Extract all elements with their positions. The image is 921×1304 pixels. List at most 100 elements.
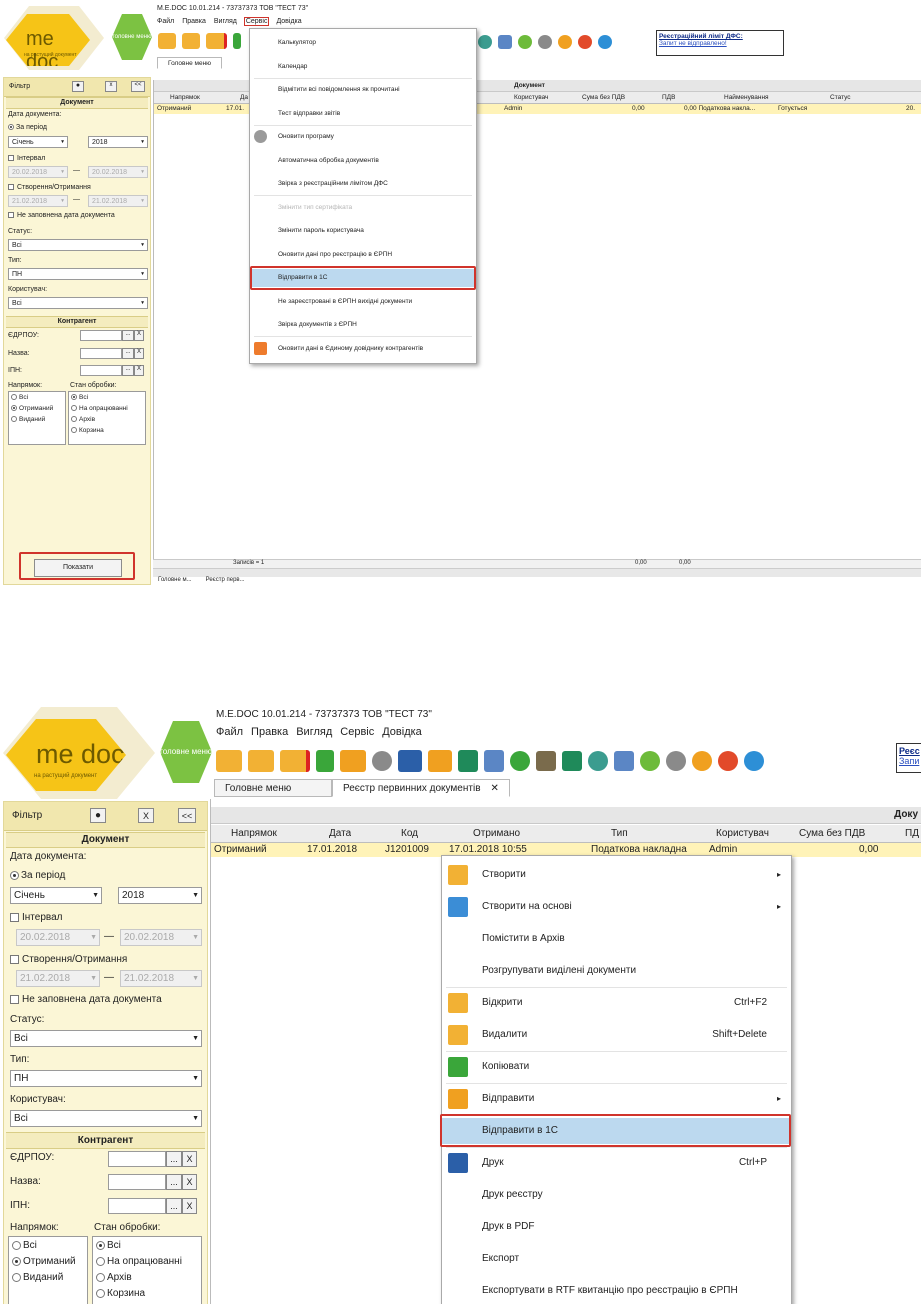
- filter-close-button[interactable]: x: [105, 81, 117, 92]
- year-select[interactable]: 2018 ▼: [88, 136, 148, 148]
- close-icon[interactable]: ✕: [491, 783, 499, 794]
- created-from-date[interactable]: 21.02.2018 ▼: [8, 195, 68, 207]
- service-menu-item[interactable]: Змінити тип сертифіката: [250, 199, 476, 217]
- ipn-clear-button[interactable]: X: [182, 1198, 197, 1214]
- col-received[interactable]: Отримано: [473, 825, 520, 842]
- name-browse-button[interactable]: ...: [122, 348, 134, 359]
- send-mail-icon[interactable]: [428, 750, 452, 772]
- context-menu-item[interactable]: Копіювати: [442, 1054, 791, 1080]
- sync-icon[interactable]: [510, 751, 530, 771]
- network-icon[interactable]: [598, 35, 612, 49]
- settings-icon[interactable]: [538, 35, 552, 49]
- create-icon[interactable]: [216, 750, 242, 772]
- ipn-browse-button[interactable]: ...: [166, 1198, 182, 1214]
- col-user[interactable]: Користувач: [716, 825, 769, 842]
- direction-issued-radio[interactable]: Виданий: [12, 1272, 63, 1283]
- open-folder-icon[interactable]: [182, 33, 200, 49]
- no-date-checkbox[interactable]: Не заповнена дата документа: [10, 994, 162, 1005]
- context-menu-item[interactable]: Друк в PDF: [442, 1214, 791, 1240]
- main-menu-hex-button[interactable]: головне меню: [112, 14, 152, 60]
- shield-icon[interactable]: [458, 750, 478, 772]
- interval-checkbox[interactable]: Інтервал: [10, 912, 63, 923]
- context-menu-item[interactable]: Відправити ▸: [442, 1086, 791, 1112]
- service-menu-item[interactable]: Змінити пароль користувача: [250, 222, 476, 240]
- create-icon[interactable]: [158, 33, 176, 49]
- check-list-icon[interactable]: [484, 750, 504, 772]
- state-archive-radio[interactable]: Архів: [71, 416, 95, 423]
- context-menu-item[interactable]: Створити на основі ▸: [442, 894, 791, 920]
- context-menu-item[interactable]: Експорт: [442, 1246, 791, 1272]
- horizontal-scrollbar[interactable]: [153, 568, 921, 577]
- update-icon[interactable]: [640, 751, 660, 771]
- direction-received-radio[interactable]: Отриманий: [12, 1256, 76, 1267]
- filter-collapse-button[interactable]: <<: [131, 81, 145, 92]
- state-all-radio[interactable]: Всі: [96, 1240, 121, 1251]
- name-clear-button[interactable]: X: [134, 348, 144, 359]
- menu-service[interactable]: Сервіс: [340, 726, 374, 738]
- col-direction[interactable]: Напрямок: [170, 92, 200, 103]
- filter-collapse-button[interactable]: <<: [178, 808, 196, 823]
- direction-received-radio[interactable]: Отриманий: [11, 405, 53, 412]
- network-icon[interactable]: [744, 751, 764, 771]
- context-menu-item[interactable]: Відкрити Ctrl+F2: [442, 990, 791, 1016]
- service-menu-item[interactable]: Оновити дані про реєстрацію в ЄРПН: [250, 246, 476, 264]
- name-clear-button[interactable]: X: [182, 1174, 197, 1190]
- month-select[interactable]: Січень ▼: [10, 887, 102, 904]
- sync-icon[interactable]: [518, 35, 532, 49]
- col-type[interactable]: Тип: [611, 825, 628, 842]
- help-icon[interactable]: [692, 751, 712, 771]
- edrpou-clear-button[interactable]: X: [182, 1151, 197, 1167]
- service-menu-item[interactable]: Оновити програму: [250, 128, 476, 146]
- menu-file[interactable]: Файл: [216, 726, 243, 738]
- service-menu-item[interactable]: Звірка з реєстраційним лімітом ДФС: [250, 175, 476, 193]
- user-select[interactable]: Всі ▼: [10, 1110, 202, 1127]
- ipn-input[interactable]: [80, 365, 122, 376]
- chat-icon[interactable]: [578, 35, 592, 49]
- service-menu-item[interactable]: Тест відправки звітів: [250, 105, 476, 123]
- bottom-tab-registry[interactable]: Реєстр перв...: [206, 577, 245, 586]
- user-select[interactable]: Всі ▼: [8, 297, 148, 309]
- col-vat[interactable]: ПД: [905, 825, 919, 842]
- chat-icon[interactable]: [718, 751, 738, 771]
- created-checkbox[interactable]: Створення/Отримання: [10, 954, 127, 965]
- status-select[interactable]: Всі ▼: [10, 1030, 202, 1047]
- context-menu-item[interactable]: Помістити в Архів: [442, 926, 791, 952]
- edrpou-browse-button[interactable]: ...: [122, 330, 134, 341]
- service-menu-item[interactable]: Оновити дані в Єдиному довіднику контраг…: [250, 340, 476, 358]
- year-select[interactable]: 2018 ▼: [118, 887, 202, 904]
- contacts-icon[interactable]: [478, 35, 492, 49]
- state-archive-radio[interactable]: Архів: [96, 1272, 132, 1283]
- edrpou-clear-button[interactable]: X: [134, 330, 144, 341]
- registry-icon[interactable]: [614, 751, 634, 771]
- col-name[interactable]: Найменування: [724, 92, 769, 103]
- edrpou-input[interactable]: [108, 1151, 166, 1167]
- copy-icon[interactable]: [316, 750, 334, 772]
- filter-settings-icon[interactable]: ●: [72, 81, 84, 92]
- menu-file[interactable]: Файл: [157, 18, 174, 25]
- status-select[interactable]: Всі ▼: [8, 239, 148, 251]
- menu-help[interactable]: Довідка: [382, 726, 422, 738]
- interval-to-date[interactable]: 20.02.2018 ▼: [120, 929, 202, 946]
- direction-all-radio[interactable]: Всі: [11, 394, 28, 401]
- state-trash-radio[interactable]: Корзина: [96, 1288, 145, 1299]
- type-select[interactable]: ПН ▼: [8, 268, 148, 280]
- tab-main-menu[interactable]: Головне меню: [214, 779, 332, 797]
- tab-primary-docs-registry[interactable]: Реєстр первинних документів ✕: [332, 779, 510, 797]
- context-menu-item[interactable]: Видалити Shift+Delete: [442, 1022, 791, 1048]
- interval-to-date[interactable]: 20.02.2018 ▼: [88, 166, 148, 178]
- contacts-icon[interactable]: [588, 751, 608, 771]
- settings-icon[interactable]: [372, 751, 392, 771]
- service-menu-item[interactable]: Калькулятор: [250, 34, 476, 52]
- help-icon[interactable]: [558, 35, 572, 49]
- notice-link[interactable]: Запи: [899, 756, 921, 766]
- gear-icon[interactable]: [666, 751, 686, 771]
- package-icon[interactable]: [536, 751, 556, 771]
- col-date[interactable]: Дата: [329, 825, 351, 842]
- menu-view[interactable]: Вигляд: [296, 726, 332, 738]
- context-menu-item[interactable]: Друк Ctrl+P: [442, 1150, 791, 1176]
- for-period-radio[interactable]: За період: [10, 870, 65, 881]
- created-from-date[interactable]: 21.02.2018 ▼: [16, 970, 100, 987]
- created-checkbox[interactable]: Створення/Отримання: [8, 184, 91, 191]
- service-menu-item[interactable]: Автоматична обробка документів: [250, 152, 476, 170]
- name-input[interactable]: [80, 348, 122, 359]
